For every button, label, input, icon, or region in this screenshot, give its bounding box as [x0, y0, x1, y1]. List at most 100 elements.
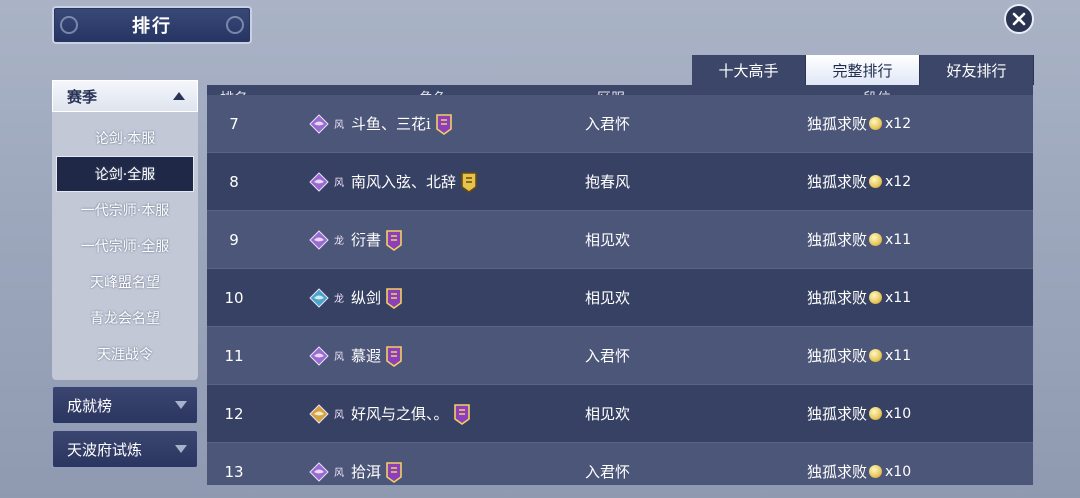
role-cell: 风斗鱼、三花i — [261, 113, 531, 135]
player-name: 好风与之俱、。 — [351, 405, 449, 423]
coin-icon — [869, 407, 883, 420]
tier-cell: 独孤求败 x12 — [731, 113, 1031, 134]
table-row[interactable]: 11 风慕遐 入君怀 独孤求败 x11 — [207, 327, 1033, 385]
chevron-down-icon — [175, 401, 187, 409]
player-name: 纵剑 — [351, 289, 382, 307]
sidebar-item-lunjian-all[interactable]: 论剑·全服 — [56, 156, 194, 192]
page-title-plate: 排行 — [52, 6, 252, 44]
tier-count: x10 — [885, 405, 912, 422]
tier-count: x11 — [885, 347, 912, 364]
ranking-table: 排名 角色 区服 段位 7风斗鱼、三花i入君怀独孤求败x128风南风入弦、北辞抱… — [207, 85, 1033, 485]
sidebar-item-master-all[interactable]: 一代宗师·全服 — [52, 228, 198, 264]
role-cell: 风南风入弦、北辞 — [261, 171, 531, 193]
server-name: 入君怀 — [585, 115, 631, 133]
sidebar-item-lunjian-local[interactable]: 论剑·本服 — [52, 120, 198, 156]
server-name: 相见欢 — [585, 289, 631, 307]
tier-count: x12 — [885, 173, 912, 190]
ornament-icon — [226, 16, 244, 34]
coin-icon — [869, 349, 883, 362]
coin-icon — [869, 175, 883, 188]
sidebar-item-tianfeng-reputation[interactable]: 天峰盟名望 — [52, 264, 198, 300]
chevron-up-icon — [173, 92, 185, 100]
season-header-button[interactable]: 赛季 — [52, 80, 198, 112]
chevron-down-icon — [175, 445, 187, 453]
ornament-icon — [60, 16, 78, 34]
rank-badge-icon — [386, 229, 402, 251]
rank-badge-icon — [386, 345, 402, 367]
category-achievements-button[interactable]: 成就榜 — [52, 386, 198, 424]
tier-name: 独孤求败 — [807, 347, 868, 365]
role-cell: 龙衍書 — [261, 229, 531, 251]
title-mark-icon: 龙 — [334, 294, 344, 305]
sidebar: 赛季 论剑·本服 论剑·全服 一代宗师·本服 一代宗师·全服 天峰盟名望 青龙会… — [52, 80, 198, 468]
table-row[interactable]: 12 风好风与之俱、。 相见欢 独孤求败 x10 — [207, 385, 1033, 443]
rank-number: 9 — [229, 230, 239, 249]
rank-badge-icon — [461, 171, 477, 193]
table-row[interactable]: 10 龙纵剑 相见欢 独孤求败 x11 — [207, 269, 1033, 327]
title-mark-icon: 风 — [334, 120, 344, 131]
rank-number: 10 — [224, 288, 244, 307]
season-label: 赛季 — [67, 87, 98, 106]
tier-count: x10 — [885, 463, 912, 480]
coin-icon — [869, 117, 883, 130]
sidebar-item-master-local[interactable]: 一代宗师·本服 — [52, 192, 198, 228]
rank-number: 12 — [224, 404, 244, 423]
title-mark-icon: 风 — [334, 468, 344, 479]
sect-emblem-icon — [309, 403, 329, 424]
tab-friends-ranking[interactable]: 好友排行 — [920, 55, 1034, 85]
close-button[interactable] — [1004, 4, 1034, 34]
sect-emblem-icon — [309, 229, 329, 250]
tier-count: x11 — [885, 289, 912, 306]
sect-emblem-icon — [309, 461, 329, 482]
sect-emblem-icon — [309, 287, 329, 308]
ranking-tabs: 十大高手 完整排行 好友排行 — [692, 55, 1034, 85]
rank-badge-icon — [436, 113, 452, 135]
tier-name: 独孤求败 — [807, 463, 868, 481]
table-row[interactable]: 7 风斗鱼、三花i 入君怀 独孤求败 x12 — [207, 95, 1033, 153]
tier-cell: 独孤求败 x11 — [731, 345, 1031, 366]
category-label: 天波府试炼 — [67, 440, 143, 459]
player-name: 拾洱 — [351, 463, 382, 481]
tier-count: x12 — [885, 115, 912, 132]
tier-name: 独孤求败 — [807, 231, 868, 249]
server-name: 相见欢 — [585, 231, 631, 249]
sidebar-item-battle-pass[interactable]: 天涯战令 — [52, 336, 198, 372]
season-group: 赛季 论剑·本服 论剑·全服 一代宗师·本服 一代宗师·全服 天峰盟名望 青龙会… — [52, 80, 198, 380]
player-name: 南风入弦、北辞 — [351, 173, 457, 191]
server-name: 入君怀 — [585, 463, 631, 481]
rank-number: 11 — [224, 346, 244, 365]
tab-top-ten[interactable]: 十大高手 — [692, 55, 806, 85]
tier-cell: 独孤求败 x11 — [731, 229, 1031, 250]
sect-emblem-icon — [309, 171, 329, 192]
table-row[interactable]: 9 龙衍書 相见欢 独孤求败 x11 — [207, 211, 1033, 269]
server-name: 入君怀 — [585, 347, 631, 365]
close-icon — [1012, 12, 1026, 26]
tab-full-ranking[interactable]: 完整排行 — [806, 55, 920, 85]
table-rows: 7 风斗鱼、三花i 入君怀 独孤求败 x12 8 风南风入弦、北辞 抱春风 独孤求败 x12 9 龙衍… — [207, 95, 1033, 485]
category-label: 成就榜 — [67, 396, 113, 415]
coin-icon — [869, 465, 883, 478]
tier-cell: 独孤求败 x10 — [731, 461, 1031, 482]
tier-cell: 独孤求败 x12 — [731, 171, 1031, 192]
role-cell: 风拾洱 — [261, 461, 531, 483]
title-mark-icon: 龙 — [334, 236, 344, 247]
player-name: 衍書 — [351, 231, 382, 249]
table-row[interactable]: 13 风拾洱 入君怀 独孤求败 x10 — [207, 443, 1033, 485]
table-row[interactable]: 8 风南风入弦、北辞 抱春风 独孤求败 x12 — [207, 153, 1033, 211]
title-mark-icon: 风 — [334, 178, 344, 189]
tier-cell: 独孤求败 x11 — [731, 287, 1031, 308]
category-tianbo-trial-button[interactable]: 天波府试炼 — [52, 430, 198, 468]
sidebar-item-qinglong-reputation[interactable]: 青龙会名望 — [52, 300, 198, 336]
tier-name: 独孤求败 — [807, 115, 868, 133]
coin-icon — [869, 233, 883, 246]
server-name: 抱春风 — [585, 173, 631, 191]
role-cell: 风好风与之俱、。 — [261, 403, 531, 425]
title-mark-icon: 风 — [334, 352, 344, 363]
page-title: 排行 — [132, 16, 172, 37]
tier-name: 独孤求败 — [807, 173, 868, 191]
coin-icon — [869, 291, 883, 304]
title-mark-icon: 风 — [334, 410, 344, 421]
rank-badge-icon — [453, 403, 470, 425]
tier-name: 独孤求败 — [807, 289, 868, 307]
role-cell: 龙纵剑 — [261, 287, 531, 309]
